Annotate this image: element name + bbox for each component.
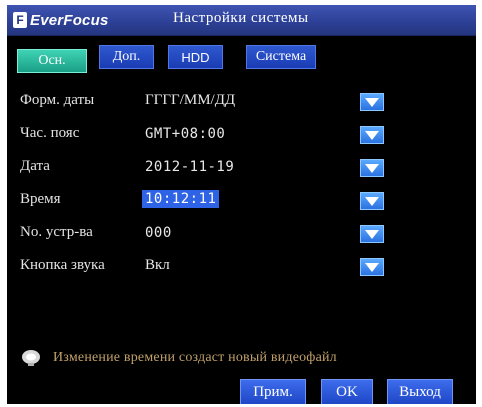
- device-number-dropdown[interactable]: [360, 225, 384, 243]
- window-title: Настройки системы: [173, 10, 309, 26]
- key-sound-label: Кнопка звука: [20, 257, 105, 273]
- info-note: Изменение времени создаст новый видеофай…: [21, 349, 337, 367]
- setting-row-key-sound: Кнопка звука Вкл: [7, 252, 476, 282]
- date-format-label: Форм. даты: [20, 92, 95, 108]
- date-format-dropdown[interactable]: [360, 93, 384, 111]
- timezone-value[interactable]: GMT+08:00: [145, 126, 225, 142]
- setting-row-device-number: No. устр-ва 000: [7, 219, 476, 249]
- tab-basic[interactable]: Осн.: [17, 49, 87, 73]
- timezone-dropdown[interactable]: [360, 126, 384, 144]
- timezone-label: Час. пояс: [20, 125, 80, 141]
- everfocus-logo: F EverFocus: [13, 10, 109, 30]
- info-bulb-icon: [22, 350, 40, 366]
- key-sound-dropdown[interactable]: [360, 258, 384, 276]
- chevron-down-icon: [365, 97, 379, 107]
- time-label: Время: [20, 191, 61, 207]
- exit-button[interactable]: Выход: [387, 379, 453, 404]
- time-value[interactable]: 10:12:11: [142, 190, 220, 208]
- brand-name: EverFocus: [30, 11, 109, 29]
- key-sound-value[interactable]: Вкл: [145, 257, 170, 274]
- chevron-down-icon: [365, 262, 379, 272]
- setting-row-date: Дата 2012-11-19: [7, 153, 476, 183]
- apply-button[interactable]: Прим.: [240, 379, 306, 404]
- setting-row-date-format: Форм. даты ГГГГ/ММ/ДД: [7, 87, 476, 117]
- setting-row-timezone: Час. пояс GMT+08:00: [7, 120, 476, 150]
- title-bar: F EverFocus Настройки системы: [7, 5, 476, 36]
- date-value[interactable]: 2012-11-19: [145, 159, 234, 175]
- date-dropdown[interactable]: [360, 159, 384, 177]
- logo-mark-icon: F: [13, 12, 27, 28]
- device-number-value[interactable]: 000: [145, 225, 172, 241]
- date-format-value[interactable]: ГГГГ/ММ/ДД: [145, 92, 235, 109]
- tab-system[interactable]: Система: [246, 45, 316, 69]
- chevron-down-icon: [365, 229, 379, 239]
- tab-hdd[interactable]: HDD: [168, 45, 223, 69]
- device-number-label: No. устр-ва: [20, 224, 93, 240]
- dvr-screen: F EverFocus Настройки системы Осн. Доп. …: [7, 5, 476, 404]
- setting-row-time: Время 10:12:11: [7, 186, 476, 216]
- chevron-down-icon: [365, 196, 379, 206]
- chevron-down-icon: [365, 130, 379, 140]
- note-text: Изменение времени создаст новый видеофай…: [53, 350, 337, 365]
- date-label: Дата: [20, 158, 50, 174]
- time-dropdown[interactable]: [360, 192, 384, 210]
- tab-advanced[interactable]: Доп.: [99, 45, 154, 69]
- ok-button[interactable]: OK: [321, 379, 373, 404]
- chevron-down-icon: [365, 163, 379, 173]
